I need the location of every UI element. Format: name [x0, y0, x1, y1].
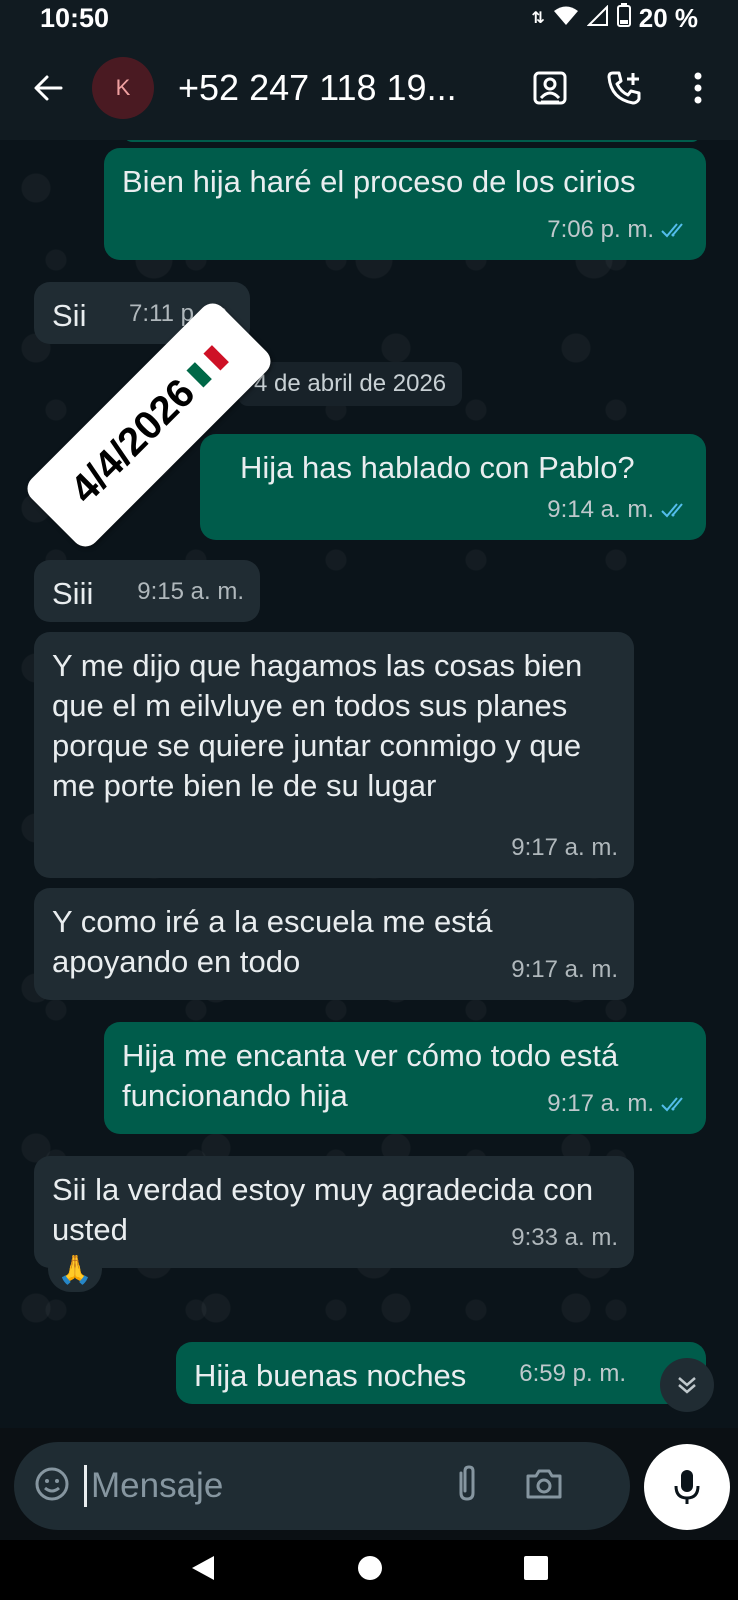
date-separator: 4 de abril de 2026 — [238, 362, 463, 406]
status-bar: 10:50 ⇅ 20 % — [0, 0, 738, 36]
message-bubble[interactable]: Hija buenas noches 6:59 p. m. — [176, 1342, 706, 1404]
message-time: 9:15 a. m. — [137, 578, 244, 605]
data-arrows-icon: ⇅ — [531, 10, 545, 27]
read-receipt-icon — [661, 503, 683, 518]
more-options-icon[interactable] — [676, 66, 720, 110]
message-bubble[interactable]: Sii la verdad estoy muy agradecida con u… — [34, 1156, 634, 1268]
message-time: 9:17 a. m. — [547, 1090, 654, 1117]
message-text: Bien hija haré el proceso de los cirios — [122, 164, 636, 199]
message-bubble[interactable]: Y me dijo que hagamos las cosas bien que… — [34, 632, 634, 878]
message-input[interactable] — [84, 1465, 443, 1507]
message-bubble[interactable]: Hija me encanta ver cómo todo está funci… — [104, 1022, 706, 1134]
message-bubble[interactable]: Hija has hablado con Pablo? 9:14 a. m. — [200, 434, 706, 540]
home-nav-icon[interactable] — [357, 1555, 383, 1586]
message-reaction[interactable]: 🙏 — [48, 1246, 102, 1292]
message-composer — [14, 1442, 630, 1530]
chat-header: K +52 247 118 19... — [0, 36, 738, 140]
back-nav-icon[interactable] — [190, 1554, 216, 1587]
message-time: 9:17 a. m. — [511, 834, 618, 861]
message-bubble[interactable]: Bien hija haré el proceso de los cirios … — [104, 148, 706, 260]
message-bubble[interactable]: Y como iré a la escuela me está apoyando… — [34, 888, 634, 1000]
double-chevron-down-icon — [678, 1377, 696, 1394]
message-time: 7:06 p. m. — [547, 216, 654, 243]
battery-percent: 20 % — [638, 2, 698, 33]
avatar[interactable]: K — [92, 57, 154, 119]
message-text: Hija has hablado con Pablo? — [240, 450, 635, 485]
message-text: Siii — [52, 576, 94, 611]
recents-nav-icon[interactable] — [523, 1555, 548, 1585]
message-time: 6:59 p. m. — [519, 1360, 626, 1387]
message-text: Sii — [52, 298, 87, 333]
add-call-icon[interactable] — [602, 66, 646, 110]
contact-card-icon[interactable] — [528, 66, 572, 110]
attach-icon[interactable] — [455, 1464, 479, 1508]
message-text: Hija buenas noches — [194, 1358, 467, 1393]
contact-name[interactable]: +52 247 118 19... — [178, 67, 498, 109]
status-icons: ⇅ 20 % — [531, 2, 698, 34]
battery-icon — [616, 2, 631, 34]
avatar-letter: K — [115, 75, 131, 100]
scroll-to-bottom-button[interactable] — [660, 1358, 714, 1412]
system-nav-bar — [0, 1540, 738, 1600]
message-text: Y me dijo que hagamos las cosas bien que… — [52, 648, 583, 803]
mexico-flag-icon — [186, 345, 229, 388]
mic-button[interactable] — [644, 1444, 730, 1530]
status-time: 10:50 — [40, 2, 110, 33]
camera-icon[interactable] — [525, 1468, 563, 1505]
previous-message-edge — [124, 140, 700, 142]
wifi-icon — [553, 3, 579, 34]
read-receipt-icon — [661, 1097, 683, 1112]
microphone-icon — [674, 1470, 700, 1504]
message-time: 9:17 a. m. — [511, 956, 618, 983]
message-time: 9:33 a. m. — [511, 1224, 618, 1251]
sticker-emoji-icon[interactable] — [34, 1466, 70, 1507]
message-bubble[interactable]: Siii 9:15 a. m. — [34, 560, 260, 622]
message-time: 9:14 a. m. — [547, 496, 654, 523]
chat-area[interactable]: Bien hija haré el proceso de los cirios … — [0, 140, 738, 1428]
sticker-text: 4/4/2026 — [61, 370, 203, 512]
read-receipt-icon — [661, 223, 683, 238]
back-arrow-icon[interactable] — [26, 66, 70, 110]
signal-icon — [586, 3, 609, 34]
